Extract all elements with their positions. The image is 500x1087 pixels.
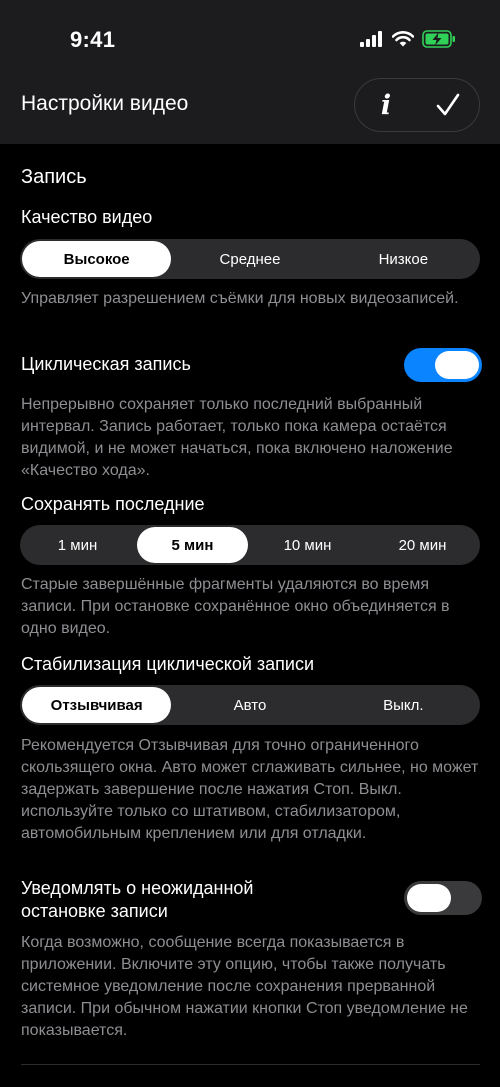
notify-stop-label-line2: остановке записи — [21, 901, 168, 921]
stabilization-option-auto[interactable]: Авто — [175, 687, 324, 723]
keep-last-description: Старые завершённые фрагменты удаляются в… — [21, 576, 450, 637]
notify-stop-description: Когда возможно, сообщение всегда показыв… — [21, 934, 468, 1039]
status-icons — [360, 30, 456, 48]
stabilization-segmented-control: Отзывчивая Авто Выкл. — [20, 685, 480, 725]
video-quality-label: Качество видео — [21, 207, 153, 227]
notify-stop-label-line1: Уведомлять о неожиданной — [21, 878, 254, 898]
wifi-icon — [392, 31, 414, 47]
info-icon: i — [380, 89, 392, 121]
loop-recording-description: Непрерывно сохраняет только последний вы… — [21, 396, 453, 479]
keep-last-option-10min[interactable]: 10 мин — [252, 527, 363, 563]
video-quality-description: Управляет разрешением съёмки для новых в… — [21, 290, 459, 307]
keep-last-option-20min[interactable]: 20 мин — [367, 527, 478, 563]
notify-stop-toggle[interactable] — [404, 881, 482, 915]
stabilization-description: Рекомендуется Отзывчивая для точно огран… — [21, 737, 479, 842]
keep-last-label: Сохранять последние — [21, 494, 205, 514]
status-time: 9:41 — [70, 27, 116, 52]
navigation-bar: Настройки видео i — [0, 78, 500, 144]
cellular-signal-icon — [360, 31, 382, 47]
section-divider — [21, 1064, 480, 1065]
info-button[interactable]: i — [355, 78, 417, 132]
checkmark-icon — [436, 93, 460, 116]
status-bar: 9:41 — [0, 0, 500, 80]
battery-charging-icon — [422, 30, 455, 48]
done-button[interactable] — [417, 78, 479, 132]
keep-last-option-1min[interactable]: 1 мин — [22, 527, 133, 563]
video-quality-option-medium[interactable]: Среднее — [175, 241, 324, 277]
stabilization-label: Стабилизация циклической записи — [21, 654, 315, 674]
notify-stop-label: Уведомлять о неожиданной остановке запис… — [21, 877, 254, 923]
loop-recording-toggle[interactable] — [404, 348, 482, 382]
keep-last-option-5min[interactable]: 5 мин — [137, 527, 248, 563]
nav-actions: i — [354, 78, 480, 132]
stabilization-option-responsive[interactable]: Отзывчивая — [22, 687, 172, 723]
page-title: Настройки видео — [21, 92, 189, 115]
section-title-recording: Запись — [21, 166, 87, 188]
loop-recording-label: Циклическая запись — [21, 354, 191, 374]
toggle-knob — [407, 884, 451, 912]
video-quality-segmented-control: Высокое Среднее Низкое — [20, 239, 480, 279]
video-quality-option-low[interactable]: Низкое — [329, 241, 478, 277]
stabilization-option-off[interactable]: Выкл. — [329, 687, 478, 723]
video-quality-option-high[interactable]: Высокое — [22, 241, 172, 277]
toggle-knob — [435, 351, 479, 379]
keep-last-segmented-control: 1 мин 5 мин 10 мин 20 мин — [20, 525, 480, 565]
